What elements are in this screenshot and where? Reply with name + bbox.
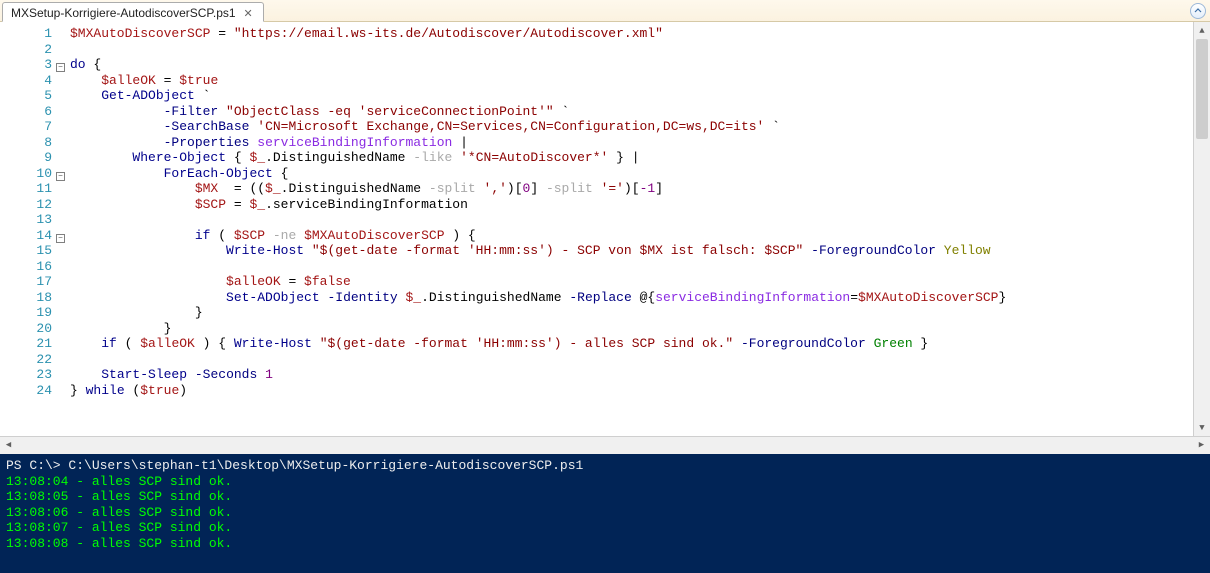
fold-gutter[interactable]: − − − [56,22,70,436]
code-content[interactable]: $MXAutoDiscoverSCP = "https://email.ws-i… [70,22,1210,436]
close-icon[interactable]: ✕ [242,7,255,20]
vscroll-track[interactable] [1194,39,1210,419]
tab-title: MXSetup-Korrigiere-AutodiscoverSCP.ps1 [11,6,236,20]
code-editor[interactable]: 123456789101112131415161718192021222324 … [0,22,1210,436]
scroll-down-icon[interactable]: ▼ [1194,419,1210,436]
console-pane[interactable]: PS C:\> C:\Users\stephan-t1\Desktop\MXSe… [0,453,1210,573]
tab-strip: MXSetup-Korrigiere-AutodiscoverSCP.ps1 ✕ [0,0,1210,22]
hscroll-track[interactable] [17,437,1193,454]
scroll-up-icon[interactable]: ▲ [1194,22,1210,39]
scroll-right-icon[interactable]: ▶ [1193,437,1210,454]
vscroll-thumb[interactable] [1196,39,1208,139]
chevron-up-icon[interactable] [1190,3,1206,19]
line-number-gutter: 123456789101112131415161718192021222324 [0,22,56,436]
tab-file[interactable]: MXSetup-Korrigiere-AutodiscoverSCP.ps1 ✕ [2,2,264,22]
horizontal-scrollbar[interactable]: ◀ ▶ [0,436,1210,453]
vertical-scrollbar[interactable]: ▲ ▼ [1193,22,1210,436]
scroll-left-icon[interactable]: ◀ [0,437,17,454]
